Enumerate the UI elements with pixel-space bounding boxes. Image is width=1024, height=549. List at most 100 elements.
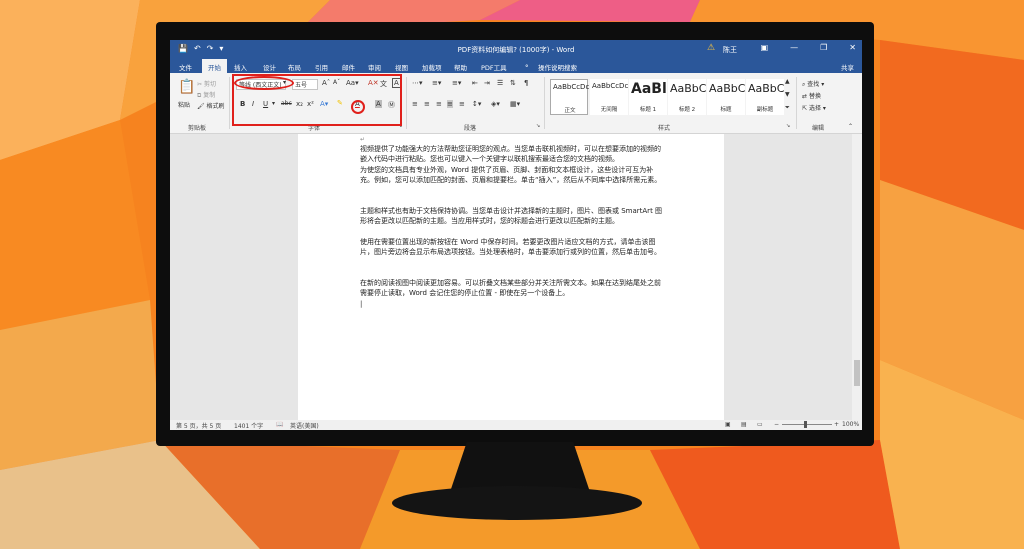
text-cursor: | — [360, 300, 363, 308]
style-name: 标题 — [720, 107, 732, 113]
document-page[interactable]: ↵ 视频提供了功能强大的方法帮助您证明您的观点。当您单击联机视频时，可以在想要添… — [298, 134, 724, 420]
style-name: 副标题 — [756, 107, 774, 113]
increase-indent-icon[interactable]: ⇥ — [484, 79, 490, 87]
annotation-font-color-circle — [351, 100, 365, 114]
distributed-icon[interactable]: ≡ — [459, 100, 465, 108]
tab-references[interactable]: 引用 — [315, 62, 328, 72]
styles-scroll-up-icon[interactable]: ▲ — [785, 78, 790, 85]
divider — [229, 77, 230, 129]
annotation-font-name-circle — [234, 76, 294, 90]
zoom-level[interactable]: 100% — [842, 421, 859, 428]
justify-icon[interactable]: ≡ — [447, 100, 453, 108]
cut-button[interactable]: ✂ 剪切 — [197, 79, 216, 88]
select-button[interactable]: ⇱ 选择 ▾ — [802, 103, 826, 112]
page-count[interactable]: 第 5 页，共 5 页 — [176, 421, 221, 430]
minimize-icon[interactable]: — — [790, 43, 798, 52]
style-no-spacing[interactable]: AaBbCcDc 无间隔 — [590, 79, 628, 115]
paragraph[interactable]: 视频提供了功能强大的方法帮助您证明您的观点。当您单击联机视频时，可以在想要添加的… — [360, 144, 666, 164]
paragraph[interactable]: 使用在需要位置出现的新按钮在 Word 中保存时间。若要更改图片适应文档的方式，… — [360, 237, 666, 257]
styles-scroll-down-icon[interactable]: ▼ — [785, 91, 790, 98]
tab-insert[interactable]: 插入 — [234, 62, 247, 72]
collapse-ribbon-icon[interactable]: ⌃ — [848, 123, 853, 130]
multilevel-list-icon[interactable]: ≡▾ — [452, 79, 461, 87]
styles-dialog-launcher-icon[interactable]: ↘ — [786, 123, 790, 129]
ribbon-tabs: 文件 开始 插入 设计 布局 引用 邮件 审阅 视图 加载项 帮助 PDF工具 … — [170, 58, 862, 73]
tab-home[interactable]: 开始 — [202, 59, 227, 73]
paragraph[interactable]: 在新的阅读视图中阅读更加容易。可以折叠文档某些部分并关注所需文本。如果在达到结尾… — [360, 278, 666, 298]
tab-pdf-tools[interactable]: PDF工具 — [481, 62, 507, 72]
zoom-in-icon[interactable]: + — [834, 421, 839, 428]
borders-icon[interactable]: ▦▾ — [510, 100, 520, 108]
tab-addins[interactable]: 加载项 — [422, 62, 442, 72]
read-mode-icon[interactable]: ▣ — [725, 421, 731, 428]
tab-layout[interactable]: 布局 — [288, 62, 301, 72]
web-layout-icon[interactable]: ▭ — [757, 421, 763, 428]
bullets-icon[interactable]: ⋯▾ — [412, 79, 423, 87]
find-label: 查找 — [807, 81, 820, 88]
paragraph-mark: ↵ — [360, 136, 366, 143]
chinese-layout-icon[interactable]: ☰ — [497, 79, 503, 87]
proofing-icon[interactable]: 📖 — [276, 421, 283, 428]
monitor-stand — [392, 486, 642, 520]
word-window: 💾 ↶ ↷ ▾ PDF资料如何编辑? (1000字) - Word ⚠ 陈王 ▣… — [170, 40, 862, 430]
status-bar: 第 5 页，共 5 页 1401 个字 📖 英语(美国) ▣ ▤ ▭ − + 1… — [170, 420, 862, 430]
style-subtitle[interactable]: AaBbC 副标题 — [746, 79, 784, 115]
warning-icon[interactable]: ⚠ — [707, 43, 715, 53]
zoom-slider[interactable] — [782, 424, 832, 425]
decrease-indent-icon[interactable]: ⇤ — [472, 79, 478, 87]
style-heading-1[interactable]: AaBl 标题 1 — [629, 79, 667, 115]
style-heading-2[interactable]: AaBbC 标题 2 — [668, 79, 706, 115]
line-spacing-icon[interactable]: ↕▾ — [472, 100, 481, 108]
style-preview: AaBbC — [748, 82, 785, 95]
style-title[interactable]: AaBbC 标题 — [707, 79, 745, 115]
paragraph[interactable]: 主题和样式也有助于文档保持协调。当您单击设计并选择新的主题时，图片、图表或 Sm… — [360, 206, 666, 226]
styles-more-icon[interactable]: ⏷ — [785, 104, 790, 112]
format-painter-button[interactable]: 🖌 格式刷 — [197, 101, 225, 110]
numbering-icon[interactable]: ≡▾ — [432, 79, 441, 87]
user-name[interactable]: 陈王 — [723, 45, 737, 55]
document-area: ↵ 视频提供了功能强大的方法帮助您证明您的观点。当您单击联机视频时，可以在想要添… — [170, 134, 862, 420]
paragraph-group-label: 段落 — [464, 125, 477, 132]
show-marks-icon[interactable]: ¶ — [524, 79, 528, 87]
print-layout-icon[interactable]: ▤ — [741, 421, 747, 428]
replace-button[interactable]: ⇄ 替换 — [802, 91, 821, 100]
share-button[interactable]: 共享 — [841, 62, 854, 72]
tab-file[interactable]: 文件 — [179, 62, 192, 72]
copy-label: 复制 — [203, 92, 216, 99]
align-left-icon[interactable]: ≡ — [412, 100, 418, 108]
align-center-icon[interactable]: ≡ — [424, 100, 430, 108]
paste-button[interactable]: 粘贴 — [178, 100, 190, 109]
style-preview: AaBbCcDc — [592, 82, 629, 90]
ribbon-display-options-icon[interactable]: ▣ — [761, 43, 769, 52]
sort-icon[interactable]: ⇅ — [510, 79, 516, 87]
tab-review[interactable]: 审阅 — [368, 62, 381, 72]
divider — [544, 77, 545, 129]
style-preview: AaBl — [631, 81, 667, 97]
tell-me-search[interactable]: 操作说明搜索 — [538, 62, 577, 72]
shading-icon[interactable]: ◈▾ — [491, 100, 500, 108]
scrollbar-thumb[interactable] — [854, 360, 860, 386]
lightbulb-icon[interactable]: ⚬ — [524, 62, 529, 70]
zoom-slider-thumb[interactable] — [804, 421, 807, 428]
divider — [406, 77, 407, 129]
close-icon[interactable]: ✕ — [849, 43, 856, 52]
tab-help[interactable]: 帮助 — [454, 62, 467, 72]
style-preview: AaBbC — [670, 82, 707, 95]
paragraph[interactable]: 为使您的文档具有专业外观，Word 提供了页眉、页脚、封面和文本框设计，这些设计… — [360, 165, 666, 185]
find-button[interactable]: ⌕ 查找 ▾ — [802, 79, 824, 89]
tab-mailings[interactable]: 邮件 — [342, 62, 355, 72]
tab-view[interactable]: 视图 — [395, 62, 408, 72]
restore-icon[interactable]: ❐ — [820, 43, 827, 52]
align-right-icon[interactable]: ≡ — [436, 100, 442, 108]
document-title: PDF资料如何编辑? (1000字) - Word — [457, 46, 575, 54]
copy-button[interactable]: ⧉ 复制 — [197, 90, 215, 100]
style-normal[interactable]: AaBbCcDc 正文 — [550, 79, 589, 115]
tab-design[interactable]: 设计 — [263, 62, 276, 72]
zoom-out-icon[interactable]: − — [774, 421, 779, 428]
clipboard-icon[interactable]: 📋 — [178, 79, 195, 95]
title-bar: 💾 ↶ ↷ ▾ PDF资料如何编辑? (1000字) - Word ⚠ 陈王 ▣… — [170, 40, 862, 58]
language[interactable]: 英语(美国) — [290, 421, 319, 430]
style-preview: AaBbC — [709, 82, 746, 95]
word-count[interactable]: 1401 个字 — [234, 421, 263, 430]
paragraph-dialog-launcher-icon[interactable]: ↘ — [536, 123, 540, 129]
